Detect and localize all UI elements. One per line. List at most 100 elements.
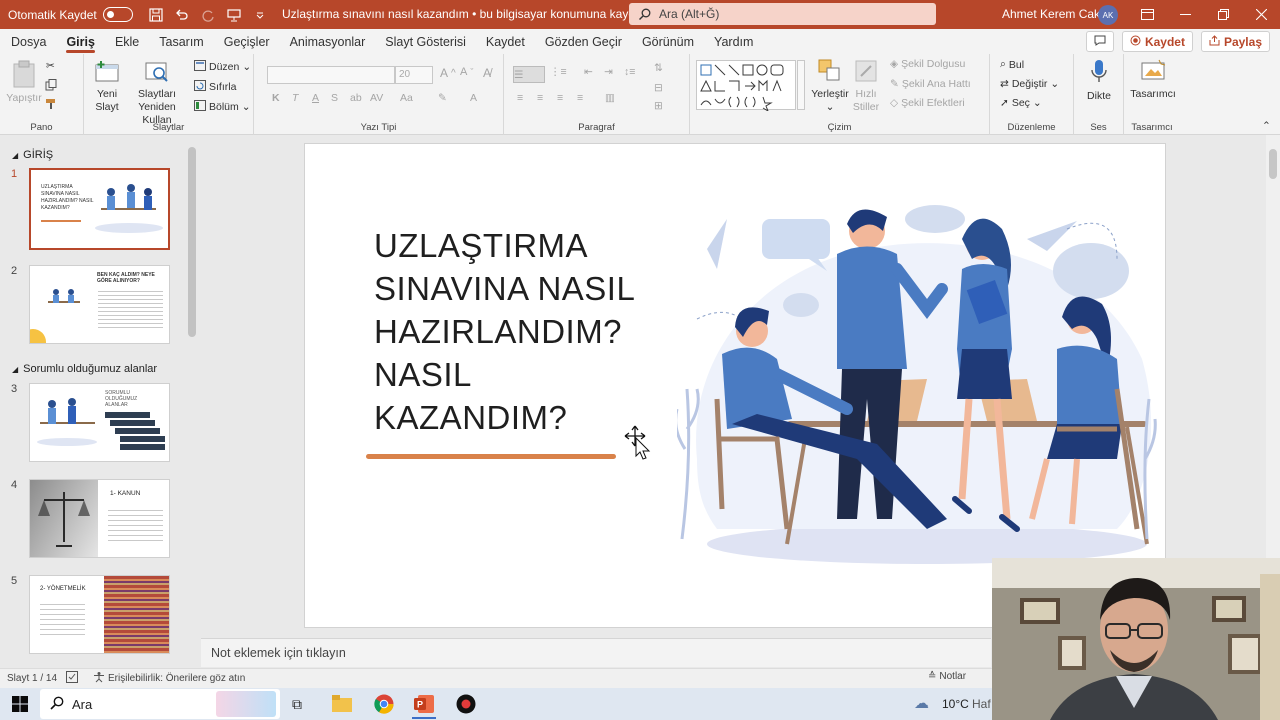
slide-canvas[interactable]: UZLAŞTIRMA SINAVINA NASIL HAZIRLANDIM? N… [304, 143, 1166, 628]
shadow-icon[interactable]: ab [350, 92, 362, 104]
collapse-ribbon-icon[interactable]: ⌃ [1262, 120, 1271, 132]
align-left-icon[interactable]: ≡ [517, 92, 523, 104]
section-header-sorumlu[interactable]: ◢ Sorumlu olduğumuz alanlar [12, 363, 157, 375]
numbering-icon[interactable]: ⋮≡ [550, 66, 567, 78]
layout-button[interactable]: Düzen ⌄ [194, 60, 251, 74]
record-button[interactable]: Kaydet [1121, 31, 1193, 52]
font-family-combo[interactable] [267, 66, 395, 84]
slide-title[interactable]: UZLAŞTIRMA SINAVINA NASIL HAZIRLANDIM? N… [374, 224, 664, 439]
notes-button[interactable]: ≙ Notlar [928, 671, 966, 682]
select-button[interactable]: ➚ Seç ⌄ [1000, 97, 1042, 109]
designer-button[interactable]: Tasarımcı [1128, 58, 1178, 101]
format-painter-icon[interactable] [45, 98, 57, 110]
decrease-indent-icon[interactable]: ⇤ [584, 66, 593, 78]
shapes-scroll[interactable] [797, 60, 805, 110]
slide-thumbnail-3[interactable]: SORUMLU OLDUĞUMUZ ALANLAR [29, 383, 170, 462]
font-grow-icon[interactable]: A ^ [440, 66, 456, 80]
document-title[interactable]: Uzlaştırma sınavını nasıl kazandım • bu … [282, 7, 676, 21]
slide-thumbnail-5[interactable]: 2- YÖNETMELİK [29, 575, 170, 654]
tab-animasyonlar[interactable]: Animasyonlar [279, 29, 375, 54]
reset-button[interactable]: Sıfırla [194, 80, 236, 94]
tab-gorunum[interactable]: Görünüm [631, 29, 703, 54]
slide-thumbnail-2[interactable]: BEN KAÇ ALDIM? NEYE GÖRE ALINIYOR? [29, 265, 170, 344]
smartart-icon[interactable]: ⊞ [654, 100, 663, 112]
justify-icon[interactable]: ≡ [577, 92, 583, 104]
copy-icon[interactable] [45, 79, 57, 91]
align-center-icon[interactable]: ≡ [537, 92, 543, 104]
increase-indent-icon[interactable]: ⇥ [604, 66, 613, 78]
dictate-button[interactable]: Dikte [1080, 58, 1118, 103]
font-color-icon[interactable]: A [470, 92, 477, 104]
present-icon[interactable] [223, 4, 245, 26]
bold-icon[interactable]: K [272, 92, 280, 104]
taskbar-search[interactable]: Ara [40, 689, 280, 719]
line-spacing-icon[interactable]: ↕≡ [624, 66, 635, 78]
italic-icon[interactable]: T [292, 92, 298, 104]
align-text-icon[interactable]: ⊟ [654, 82, 663, 94]
share-button[interactable]: Paylaş [1200, 31, 1270, 52]
shapes-gallery[interactable] [696, 60, 796, 113]
ribbon-display-icon[interactable] [1128, 0, 1166, 29]
highlight-icon[interactable]: ✎ [438, 92, 447, 104]
section-button[interactable]: Bölüm ⌄ [194, 100, 251, 114]
undo-icon[interactable] [171, 4, 193, 26]
toggle-switch[interactable] [102, 7, 133, 22]
tab-giris[interactable]: Giriş [55, 29, 104, 54]
scroll-thumb[interactable] [188, 147, 196, 337]
change-case-icon[interactable]: Aa [400, 92, 413, 104]
comments-button[interactable] [1085, 31, 1114, 52]
font-size-combo[interactable]: 20 [395, 66, 433, 84]
cut-icon[interactable]: ✂ [46, 60, 55, 72]
underline-icon[interactable]: A [312, 92, 319, 104]
redo-icon[interactable] [197, 4, 219, 26]
windows-start-icon[interactable] [12, 696, 28, 715]
weather-icon[interactable]: ☁ [914, 694, 929, 712]
user-name[interactable]: Ahmet Kerem Cakin [1002, 7, 1109, 21]
paste-button[interactable]: Yapıştır [6, 60, 42, 105]
task-view-icon[interactable]: ⧉ [292, 696, 302, 713]
shape-effects-button[interactable]: ◇ Şekil Efektleri [890, 97, 965, 109]
columns-icon[interactable]: ▥ [605, 92, 615, 104]
avatar[interactable]: AK [1098, 5, 1118, 25]
customize-qat-icon[interactable] [249, 4, 271, 26]
spell-check-icon[interactable] [66, 671, 78, 686]
thumbnail-scrollbar[interactable] [187, 137, 197, 667]
strikethrough-icon[interactable]: S [331, 92, 338, 104]
save-icon[interactable] [145, 4, 167, 26]
text-direction-icon[interactable]: ⇅ [654, 62, 663, 74]
minimize-icon[interactable] [1166, 0, 1204, 29]
tab-gecisler[interactable]: Geçişler [213, 29, 279, 54]
tab-slayt-gosterisi[interactable]: Slayt Gösterisi [374, 29, 475, 54]
autosave-toggle[interactable]: Otomatik Kaydet [8, 7, 133, 22]
clear-format-icon[interactable]: A̸ [483, 66, 491, 80]
section-header-giris[interactable]: ◢ GİRİŞ [12, 149, 53, 161]
quick-styles-button[interactable]: Hızlı Stiller [846, 58, 886, 114]
char-spacing-icon[interactable]: AV [370, 92, 383, 104]
accessibility-icon[interactable] [93, 671, 105, 686]
new-slide-button[interactable]: Yeni Slayt [88, 60, 126, 114]
tab-ekle[interactable]: Ekle [104, 29, 148, 54]
tab-tasarim[interactable]: Tasarım [148, 29, 212, 54]
accessibility-status[interactable]: Erişilebilirlik: Önerilere göz atın [108, 673, 245, 684]
powerpoint-icon[interactable]: P [414, 694, 434, 717]
find-button[interactable]: ⌕ Bul [1000, 58, 1024, 71]
shape-fill-button[interactable]: ◈ Şekil Dolgusu [890, 58, 965, 70]
slide-thumbnail-4[interactable]: 1- KANUN [29, 479, 170, 558]
font-shrink-icon[interactable]: Aˇ [460, 66, 473, 78]
restore-icon[interactable] [1204, 0, 1242, 29]
bullets-icon[interactable]: ☰ [513, 66, 545, 83]
chrome-icon[interactable] [374, 694, 394, 717]
tab-yardim[interactable]: Yardım [703, 29, 762, 54]
slide-thumbnail-1[interactable]: UZLAŞTIRMA SINAVINA NASIL HAZIRLANDIM? N… [29, 168, 170, 250]
temperature[interactable]: 10°C [942, 697, 969, 711]
shape-outline-button[interactable]: ✎ Şekil Ana Hattı [890, 78, 971, 90]
recorder-icon[interactable] [456, 694, 476, 717]
file-explorer-icon[interactable] [332, 695, 352, 715]
tab-kaydet[interactable]: Kaydet [475, 29, 534, 54]
tab-dosya[interactable]: Dosya [0, 29, 55, 54]
align-right-icon[interactable]: ≡ [557, 92, 563, 104]
tab-gozden-gecir[interactable]: Gözden Geçir [534, 29, 631, 54]
search-box[interactable]: Ara (Alt+Ğ) [629, 3, 936, 25]
reuse-slides-button[interactable]: Slaytları Yeniden Kullan [124, 60, 190, 127]
replace-button[interactable]: ⇄ Değiştir ⌄ [1000, 78, 1059, 90]
